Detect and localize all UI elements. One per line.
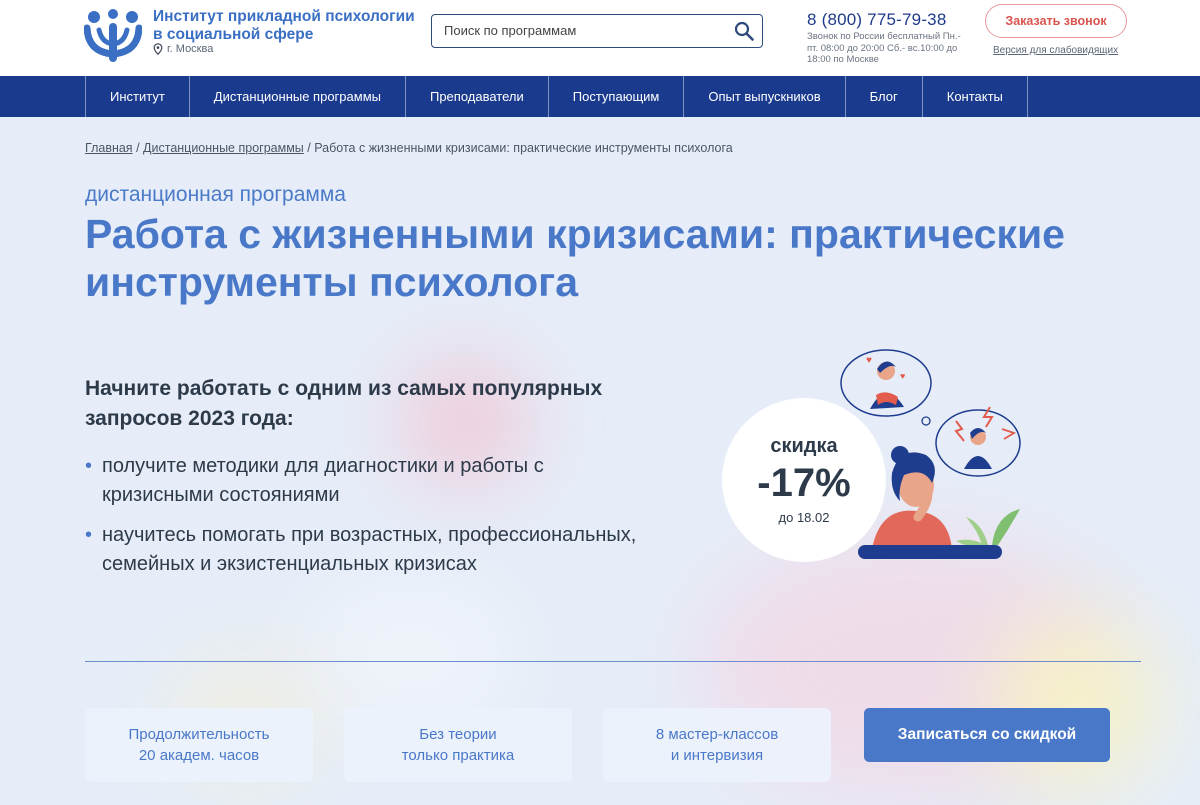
- breadcrumb-section-link[interactable]: Дистанционные программы: [143, 141, 304, 155]
- search-icon[interactable]: [734, 21, 754, 41]
- accessibility-version-link[interactable]: Версия для слабовидящих: [993, 45, 1118, 56]
- feature-card-duration: Продолжительность 20 академ. часов: [85, 708, 313, 782]
- feature-card-practice: Без теории только практика: [344, 708, 572, 782]
- discount-value: -17%: [757, 461, 851, 505]
- svg-text:♥: ♥: [900, 371, 905, 381]
- site-header: Институт прикладной психологии в социаль…: [0, 0, 1200, 76]
- hero-lead: Начните работать с одним из самых популя…: [85, 377, 603, 430]
- phone-number[interactable]: 8 (800) 775-79-38: [807, 10, 947, 30]
- nav-item-applicants[interactable]: Поступающим: [547, 76, 684, 117]
- feature-line: Без теории: [419, 726, 497, 743]
- section-divider: [85, 661, 1141, 662]
- nav-item-contacts[interactable]: Контакты: [921, 76, 1028, 117]
- city-label: г. Москва: [153, 43, 213, 55]
- discount-deadline: до 18.02: [778, 510, 830, 525]
- location-pin-icon: [153, 43, 163, 55]
- nav-item-blog[interactable]: Блог: [844, 76, 922, 117]
- breadcrumb-current: Работа с жизненными кризисами: практичес…: [314, 141, 733, 155]
- main-nav: Институт Дистанционные программы Препода…: [0, 76, 1200, 117]
- breadcrumb-separator: /: [307, 141, 311, 155]
- search-input[interactable]: [444, 15, 724, 46]
- logo-title[interactable]: Институт прикладной психологии в социаль…: [153, 8, 423, 44]
- page-title: Работа с жизненными кризисами: практичес…: [85, 211, 1065, 305]
- nav-items: Институт Дистанционные программы Препода…: [85, 76, 1028, 117]
- order-call-button[interactable]: Заказать звонок: [985, 4, 1127, 38]
- phone-hours-note: Звонок по России бесплатный Пн.- пт. 08:…: [807, 31, 961, 65]
- breadcrumb-separator: /: [136, 141, 140, 155]
- feature-line: Продолжительность: [128, 726, 270, 743]
- nav-item-institute[interactable]: Институт: [85, 76, 189, 117]
- benefit-item: получите методики для диагностики и рабо…: [85, 452, 645, 510]
- benefit-item: научитесь помогать при возрастных, профе…: [85, 521, 645, 579]
- feature-line: и интервизия: [670, 747, 764, 764]
- nav-item-teachers[interactable]: Преподаватели: [404, 76, 548, 117]
- feature-line: 8 мастер-классов: [655, 726, 779, 743]
- city-text: г. Москва: [167, 43, 214, 55]
- enroll-discount-button[interactable]: Записаться со скидкой: [864, 708, 1110, 762]
- program-type-label: дистанционная программа: [85, 183, 346, 206]
- discount-badge: скидка -17% до 18.02: [722, 398, 886, 562]
- benefits-list: получите методики для диагностики и рабо…: [85, 452, 645, 590]
- feature-line: 20 академ. часов: [138, 747, 260, 764]
- logo-icon[interactable]: [84, 8, 142, 64]
- nav-item-distance-programs[interactable]: Дистанционные программы: [188, 76, 405, 117]
- feature-line: только практика: [401, 747, 515, 764]
- search-box[interactable]: [431, 14, 763, 48]
- discount-label: скидка: [770, 435, 838, 457]
- breadcrumb-home-link[interactable]: Главная: [85, 141, 133, 155]
- feature-card-masterclasses: 8 мастер-классов и интервизия: [603, 708, 831, 782]
- breadcrumb: Главная / Дистанционные программы / Рабо…: [85, 141, 733, 155]
- svg-text:♥: ♥: [866, 355, 872, 366]
- nav-item-graduates[interactable]: Опыт выпускников: [683, 76, 844, 117]
